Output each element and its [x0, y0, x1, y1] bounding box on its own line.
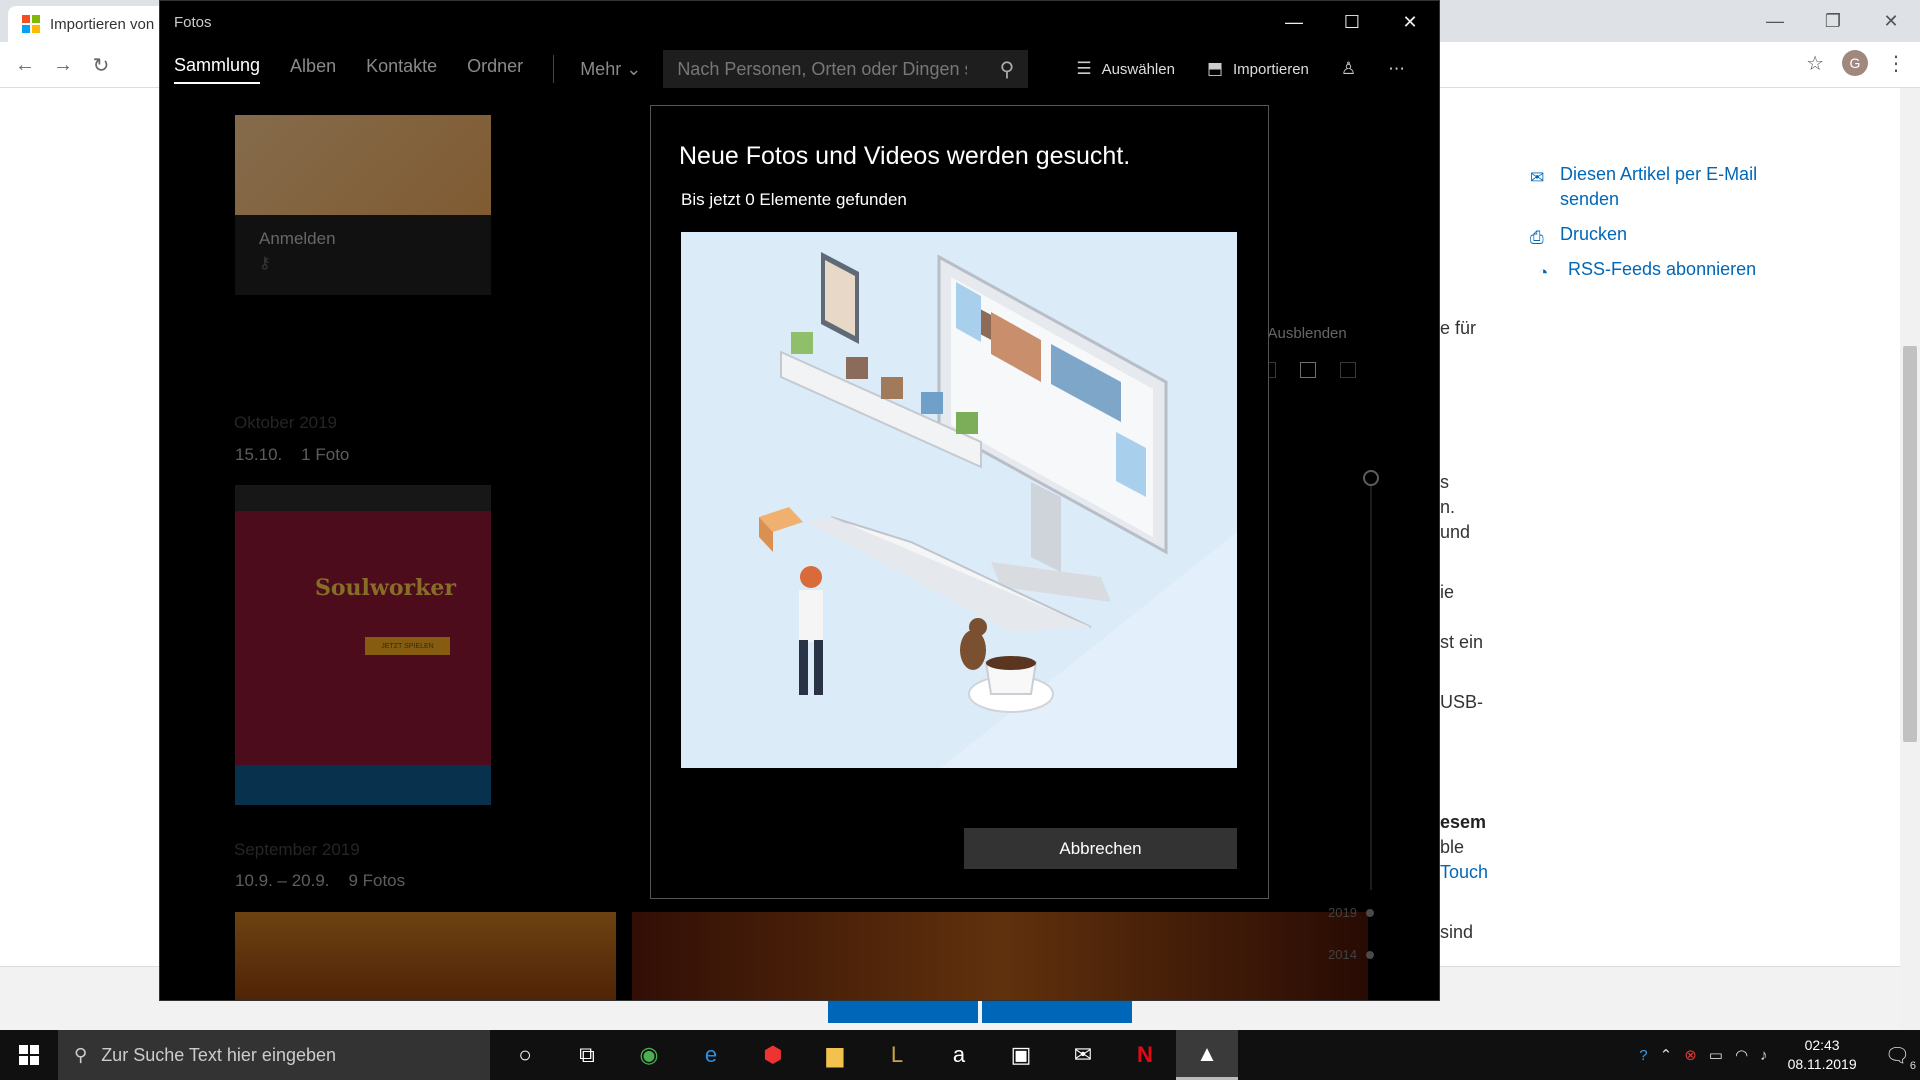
maximize-icon[interactable]: ☐	[1323, 1, 1381, 43]
browser-window-controls: — ❐ ✕	[1746, 0, 1920, 42]
forward-arrow-icon[interactable]: →	[48, 50, 78, 80]
netflix-icon[interactable]: N	[1114, 1030, 1176, 1080]
network-icon[interactable]: ◠	[1735, 1046, 1748, 1064]
text-fragment: st ein	[1440, 632, 1484, 652]
tab-ordner[interactable]: Ordner	[467, 56, 523, 83]
cancel-button[interactable]: Abbrechen	[964, 828, 1237, 869]
system-tray: ? ⌃ ⊗ ▭ ◠ ♪ 02:43 08.11.2019 🗨 6	[1639, 1030, 1920, 1080]
tab-sammlung[interactable]: Sammlung	[174, 55, 261, 84]
clock-date: 08.11.2019	[1787, 1056, 1857, 1072]
text-fragment[interactable]: Touch	[1440, 862, 1488, 883]
taskbar-search-placeholder: Zur Suche Text hier eingeben	[101, 1044, 337, 1065]
photos-titlebar: Fotos — ☐ ✕	[160, 1, 1439, 43]
person-icon: ♙	[1340, 59, 1357, 78]
edge-icon[interactable]: e	[680, 1030, 742, 1080]
start-button[interactable]	[0, 1030, 58, 1080]
import-illustration	[681, 232, 1237, 768]
browser-tab-title: Importieren von	[50, 15, 155, 33]
photos-search[interactable]: ⚲	[663, 50, 1029, 88]
app-title: Fotos	[174, 13, 212, 31]
windows-logo-icon	[19, 1045, 39, 1065]
email-article-link[interactable]: ✉ Diesen Artikel per E-Mail senden	[1530, 162, 1830, 212]
select-button[interactable]: ☰ Auswählen	[1076, 59, 1175, 79]
search-icon[interactable]: ⚲	[1000, 57, 1015, 82]
more-menu[interactable]: Mehr ⌄	[580, 59, 641, 80]
tab-kontakte[interactable]: Kontakte	[366, 56, 437, 83]
mail-icon: ✉	[1530, 168, 1545, 187]
photos-app-window: Fotos — ☐ ✕ Sammlung Alben Kontakte Ordn…	[159, 0, 1440, 1001]
taskbar-clock[interactable]: 02:43 08.11.2019	[1788, 1036, 1857, 1074]
search-icon: ⚲	[74, 1044, 88, 1065]
cortana-icon[interactable]: ○	[494, 1030, 556, 1080]
notification-count: 6	[1909, 1059, 1916, 1072]
chevron-down-icon: ⌄	[626, 58, 642, 79]
text-fragment: ie	[1440, 582, 1455, 602]
store-icon[interactable]: ▣	[990, 1030, 1052, 1080]
taskbar-search[interactable]: ⚲ Zur Suche Text hier eingeben	[58, 1030, 490, 1080]
show-hidden-icon[interactable]: ⌃	[1660, 1046, 1673, 1064]
account-button[interactable]: ♙	[1341, 59, 1356, 79]
profile-avatar[interactable]: G	[1842, 50, 1868, 76]
text-fragment: n.	[1440, 497, 1456, 517]
browser-menu-icon[interactable]: ⋮	[1886, 51, 1906, 76]
security-alert-icon[interactable]: ⊗	[1684, 1046, 1697, 1064]
battery-icon[interactable]: ▭	[1709, 1046, 1723, 1064]
photos-app-icon[interactable]: ▲	[1176, 1030, 1238, 1080]
help-icon[interactable]: ?	[1639, 1047, 1647, 1064]
close-icon[interactable]: ✕	[1381, 1, 1439, 43]
windows-taskbar: ⚲ Zur Suche Text hier eingeben ○ ⧉ ◉ e ⬢…	[0, 1030, 1920, 1080]
minimize-icon[interactable]: —	[1265, 1, 1323, 43]
microsoft-logo-icon	[22, 15, 40, 33]
tab-alben[interactable]: Alben	[290, 56, 336, 83]
more-options-button[interactable]: ⋯	[1388, 59, 1405, 79]
text-fragment: und	[1440, 522, 1471, 542]
rss-icon: ◔	[1538, 263, 1549, 282]
mail-icon[interactable]: ✉	[1052, 1030, 1114, 1080]
import-icon: ⬒	[1206, 59, 1224, 78]
volume-icon[interactable]: ♪	[1760, 1047, 1768, 1064]
text-fragment: USB-	[1440, 692, 1484, 712]
text-fragment: esem	[1440, 812, 1487, 832]
scrollbar-thumb[interactable]	[1903, 346, 1917, 742]
reload-icon[interactable]: ↻	[86, 50, 116, 80]
game-launcher-icon[interactable]: ⬢	[742, 1030, 804, 1080]
back-arrow-icon[interactable]: ←	[10, 50, 40, 80]
nav-divider	[553, 55, 555, 83]
print-link[interactable]: ⎙ Drucken	[1530, 222, 1830, 247]
bookmark-star-icon[interactable]: ☆	[1806, 51, 1824, 76]
ellipsis-icon: ⋯	[1388, 59, 1406, 78]
task-view-icon[interactable]: ⧉	[556, 1030, 618, 1080]
text-fragment: e für	[1440, 318, 1477, 338]
page-scrollbar[interactable]	[1900, 88, 1920, 1030]
restore-icon[interactable]: ❐	[1804, 0, 1862, 42]
import-dialog: Neue Fotos und Videos werden gesucht. Bi…	[650, 105, 1269, 899]
chrome-icon[interactable]: ◉	[618, 1030, 680, 1080]
rss-link[interactable]: ◔ RSS-Feeds abonnieren	[1538, 257, 1830, 282]
photos-navbar: Sammlung Alben Kontakte Ordner Mehr ⌄ ⚲ …	[160, 43, 1439, 95]
text-fragment: ble	[1440, 837, 1465, 857]
text-fragment: s	[1440, 472, 1449, 492]
amazon-icon[interactable]: a	[928, 1030, 990, 1080]
article-actions: ✉ Diesen Artikel per E-Mail senden ⎙ Dru…	[1530, 162, 1830, 292]
close-icon[interactable]: ✕	[1862, 0, 1920, 42]
search-input[interactable]	[677, 58, 968, 80]
dialog-title: Neue Fotos und Videos werden gesucht.	[679, 142, 1131, 170]
text-fragment: sind	[1440, 922, 1474, 942]
league-launcher-icon[interactable]: L	[866, 1030, 928, 1080]
printer-icon: ⎙	[1530, 228, 1544, 247]
dialog-status: Bis jetzt 0 Elemente gefunden	[681, 190, 907, 209]
checklist-icon: ☰	[1076, 59, 1092, 78]
action-center-icon[interactable]: 🗨 6	[1885, 1043, 1916, 1072]
minimize-icon[interactable]: —	[1746, 0, 1804, 42]
import-button[interactable]: ⬒ Importieren	[1207, 59, 1309, 79]
file-explorer-icon[interactable]: ▆	[804, 1030, 866, 1080]
clock-time: 02:43	[1804, 1037, 1840, 1053]
